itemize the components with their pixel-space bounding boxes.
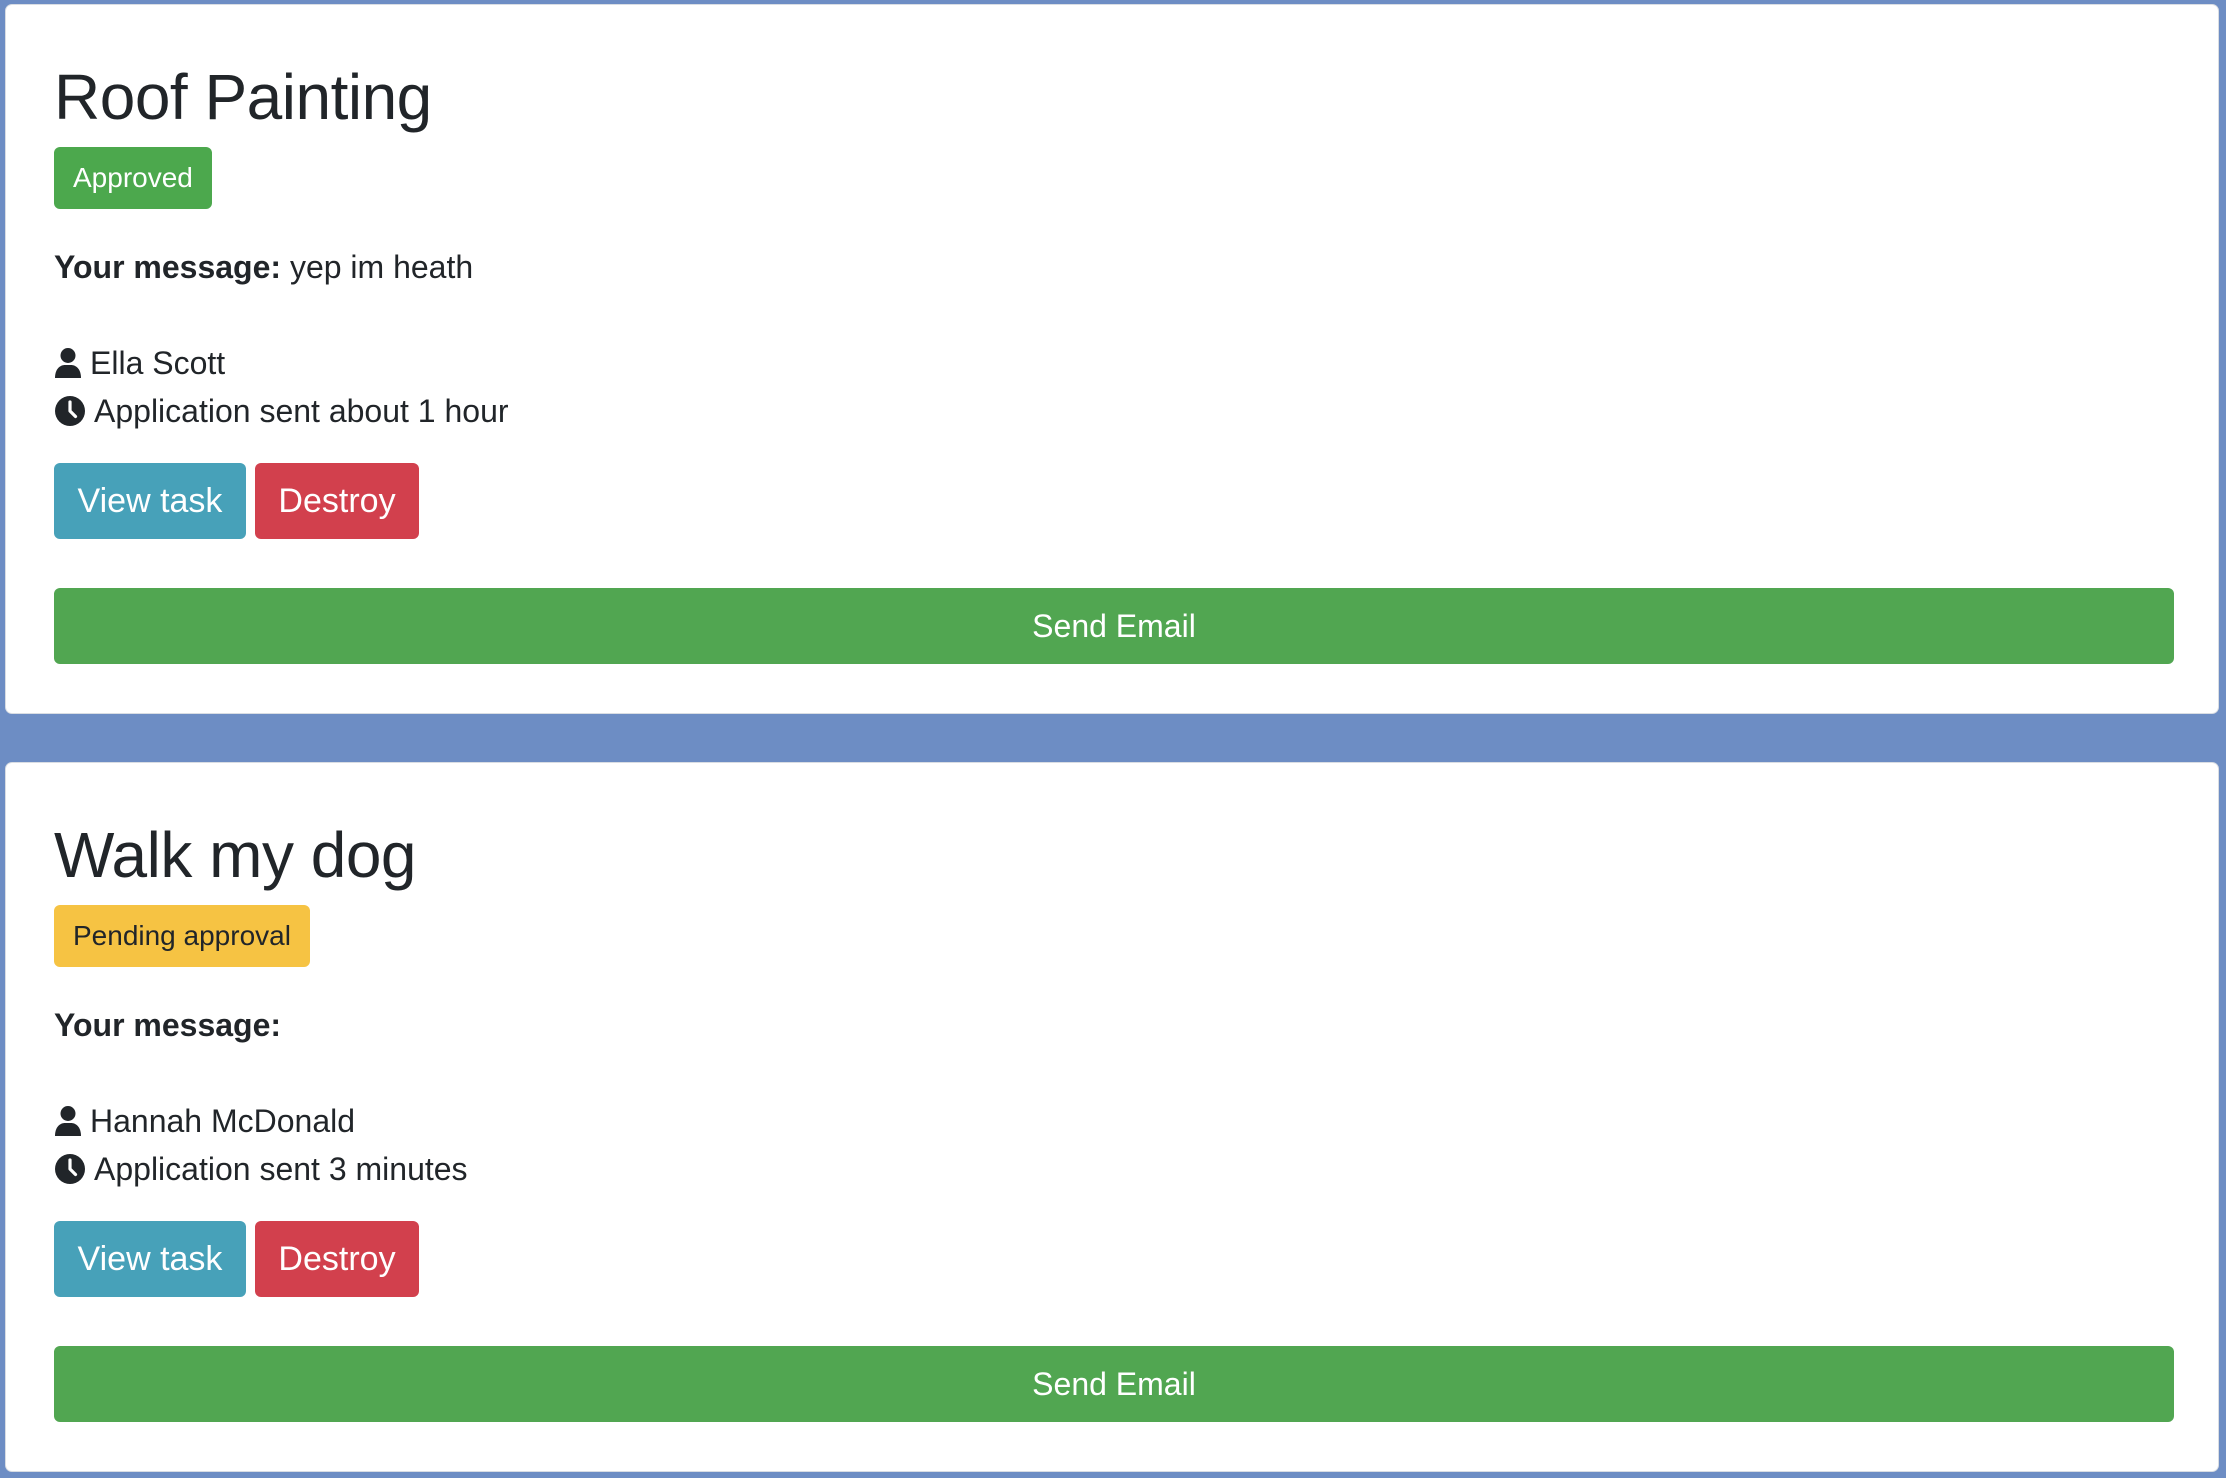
applicant-row: Hannah McDonald (54, 1099, 355, 1143)
application-card: Walk my dog Pending approval Your messag… (5, 762, 2219, 1472)
view-task-button[interactable]: View task (54, 463, 246, 539)
sent-time-text: Application sent 3 minutes (94, 1151, 468, 1187)
message-line: Your message: (54, 1003, 281, 1047)
status-badge: Approved (54, 147, 212, 209)
sent-time-row: Application sent about 1 hour (54, 389, 509, 433)
clock-icon (54, 1147, 94, 1191)
destroy-button[interactable]: Destroy (255, 1221, 419, 1297)
applicant-name: Ella Scott (90, 345, 226, 381)
sent-time-row: Application sent 3 minutes (54, 1147, 468, 1191)
message-label: Your message: (54, 249, 282, 285)
message-text: yep im heath (289, 249, 474, 285)
clock-icon (54, 389, 94, 433)
user-icon (54, 341, 90, 385)
send-email-button[interactable]: Send Email (54, 1346, 2174, 1422)
sent-time-text: Application sent about 1 hour (94, 393, 509, 429)
message-line: Your message: yep im heath (54, 245, 473, 289)
view-task-button[interactable]: View task (54, 1221, 246, 1297)
destroy-button[interactable]: Destroy (255, 463, 419, 539)
user-icon (54, 1099, 90, 1143)
message-label: Your message: (54, 1007, 282, 1043)
application-card: Roof Painting Approved Your message: yep… (5, 4, 2219, 714)
status-badge: Pending approval (54, 905, 310, 967)
task-title: Walk my dog (54, 819, 417, 891)
task-title: Roof Painting (54, 61, 432, 133)
applicant-row: Ella Scott (54, 341, 225, 385)
send-email-button[interactable]: Send Email (54, 588, 2174, 664)
applicant-name: Hannah McDonald (90, 1103, 356, 1139)
